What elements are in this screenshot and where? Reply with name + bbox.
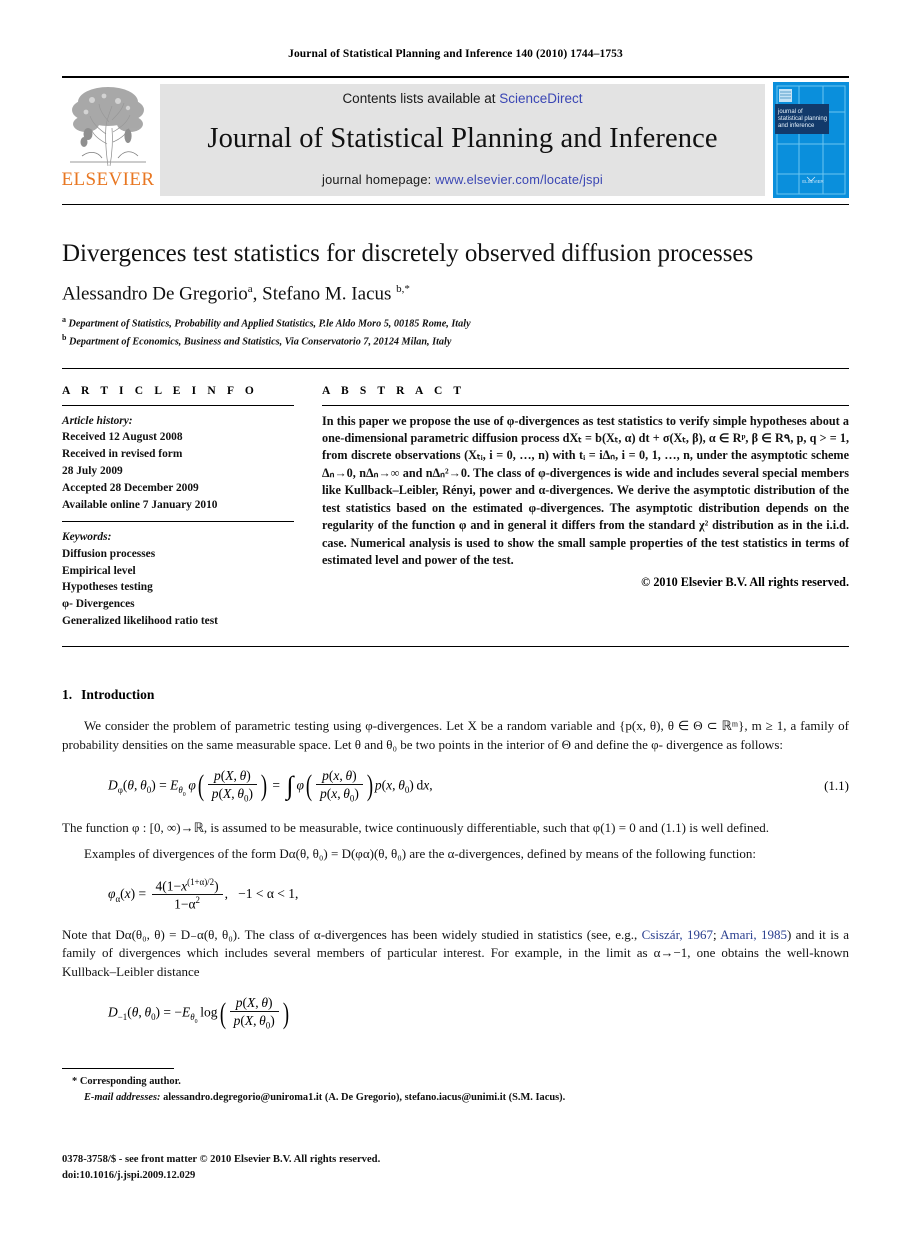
info-abstract-region: A R T I C L E I N F O Article history: R… [62,367,849,631]
keyword-item: Diffusion processes [62,547,156,560]
imprint-line-2: doi:10.1016/j.jspi.2009.12.029 [62,1170,196,1182]
author-name-1: Alessandro De Gregorio [62,282,248,304]
journal-cover-thumbnail: journal of statistical planning and infe… [773,82,849,198]
equation-1-1-number: (1.1) [824,778,849,794]
author-marker-1: a [247,282,253,295]
paragraph-3: Examples of divergences of the form Dα(θ… [84,846,756,862]
homepage-prefix: journal homepage: [322,172,436,187]
running-head: Journal of Statistical Planning and Infe… [288,48,623,60]
elsevier-wordmark: ELSEVIER [61,169,155,190]
elsevier-logo: ELSEVIER [62,78,154,204]
affiliation-text-1: Department of Statistics, Probability an… [68,318,471,330]
affiliation-1: a Department of Statistics, Probability … [62,314,849,332]
affiliation-marker-2: b [62,332,67,342]
abstract-column: A B S T R A C T In this paper we propose… [322,385,849,631]
page-content: Journal of Statistical Planning and Infe… [62,0,849,1046]
equation-phi-alpha: φα(x) = 4(1−x(1+α)/2) 1−α2, −1 < α < 1, [62,876,849,912]
equation-kl-distance: D−1(θ, θ0) = −Eθ0 log(p(X, θ) p(X, θ0)) [62,995,849,1032]
svg-text:journal of: journal of [777,109,803,115]
history-line: Available online 7 January 2010 [62,498,218,511]
article-page: Journal of Statistical Planning and Infe… [0,0,907,1238]
journal-homepage-link[interactable]: www.elsevier.com/locate/jspi [435,172,603,187]
corresponding-author-note: * Corresponding author. [62,1074,849,1090]
article-history: Article history: Received 12 August 2008… [62,413,294,514]
history-line: Received in revised form [62,448,183,461]
section-heading: 1. Introduction [62,687,849,703]
keywords-divider [62,520,294,522]
equation-kl-distance-body: D−1(θ, θ0) = −Eθ0 log(p(X, θ) p(X, θ0)) [108,995,289,1032]
elsevier-tree-icon [66,82,150,168]
corresponding-author-text: Corresponding author. [79,1076,181,1087]
email-note: E-mail addresses: alessandro.degregorio@… [62,1090,849,1106]
sciencedirect-link[interactable]: ScienceDirect [499,91,582,106]
journal-band: Contents lists available at ScienceDirec… [160,84,765,196]
journal-masthead: ELSEVIER Contents lists available at Sci… [62,76,849,204]
imprint-block: 0378-3758/$ - see front matter © 2010 El… [62,1152,380,1185]
author-name-2: Stefano M. Iacus [262,282,392,304]
section-title: Introduction [81,687,155,703]
affiliation-2: b Department of Economics, Business and … [62,332,849,350]
history-line: Accepted 28 December 2009 [62,482,199,495]
abstract-rule [322,404,849,406]
section-number: 1. [62,687,73,703]
author-marker-2: b,* [396,282,410,295]
imprint-line-1: 0378-3758/$ - see front matter © 2010 El… [62,1154,381,1165]
citation-csiszar[interactable]: Csiszár, 1967 [642,927,713,942]
abstract-heading: A B S T R A C T [322,384,466,397]
equation-1-1: Dφ(θ, θ0) = Eθ0 φ(p(X, θ) p(X, θ0)) = ∫ φ(… [62,768,849,805]
paragraph-4: Note that Dα(θ₀, θ) = D₋α(θ, θ₀). The cl… [62,926,849,981]
citation-amari[interactable]: Amari, 1985 [720,927,787,942]
paragraph-2: The function φ : [0, ∞)→ℝ, is assumed to… [62,819,770,835]
homepage-line: journal homepage: www.elsevier.com/locat… [322,172,603,187]
author-list: Alessandro De Gregorioa, Stefano M. Iacu… [62,282,410,304]
corresponding-author-marker: * [72,1076,78,1087]
article-history-label: Article history: [62,414,133,427]
abstract-text: In this paper we propose the use of φ-di… [322,413,849,568]
email-label: E-mail addresses: [84,1091,161,1103]
footnote-block: * Corresponding author. E-mail addresses… [62,1068,849,1105]
equation-1-1-body: Dφ(θ, θ0) = Eθ0 φ(p(X, θ) p(X, θ0)) = ∫ φ(… [108,767,433,804]
keyword-item: Generalized likelihood ratio test [62,615,218,628]
email-addresses[interactable]: alessandro.degregorio@uniroma1.it (A. De… [163,1092,565,1103]
info-abstract-bottom-rule [62,646,849,648]
svg-text:ELSEVIER: ELSEVIER [802,179,823,184]
affiliation-text-2: Department of Economics, Business and St… [69,336,452,348]
article-info-rule [62,404,294,406]
article-info-heading: A R T I C L E I N F O [62,384,258,397]
paragraph-1: We consider the problem of parametric te… [62,718,849,752]
history-line: 28 July 2009 [62,465,123,478]
abstract-copyright: © 2010 Elsevier B.V. All rights reserved… [641,574,849,589]
affiliation-marker-1: a [62,314,66,324]
article-info-column: A R T I C L E I N F O Article history: R… [62,385,294,631]
paragraph-4-pre: Note that Dα(θ₀, θ) = D₋α(θ, θ₀). The cl… [62,926,642,942]
history-line: Received 12 August 2008 [62,431,183,444]
svg-text:statistical planning: statistical planning [778,116,827,122]
introduction-section: 1. Introduction We consider the problem o… [62,687,849,1032]
keyword-item: φ- Divergences [62,598,135,611]
keyword-item: Hypotheses testing [62,581,153,594]
keywords-label: Keywords: [62,530,112,543]
contents-line: Contents lists available at ScienceDirec… [342,91,582,106]
page-title: Divergences test statistics for discrete… [62,240,754,267]
journal-title: Journal of Statistical Planning and Infe… [207,123,718,154]
svg-text:and inference: and inference [778,123,815,129]
footnote-rule [62,1068,174,1069]
title-block: Divergences test statistics for discrete… [62,205,849,350]
equation-phi-alpha-body: φα(x) = 4(1−x(1+α)/2) 1−α2, −1 < α < 1, [108,876,299,912]
keyword-item: Empirical level [62,564,136,577]
keywords-block: Keywords: Diffusion processes Empirical … [62,529,294,630]
contents-prefix: Contents lists available at [342,91,500,106]
